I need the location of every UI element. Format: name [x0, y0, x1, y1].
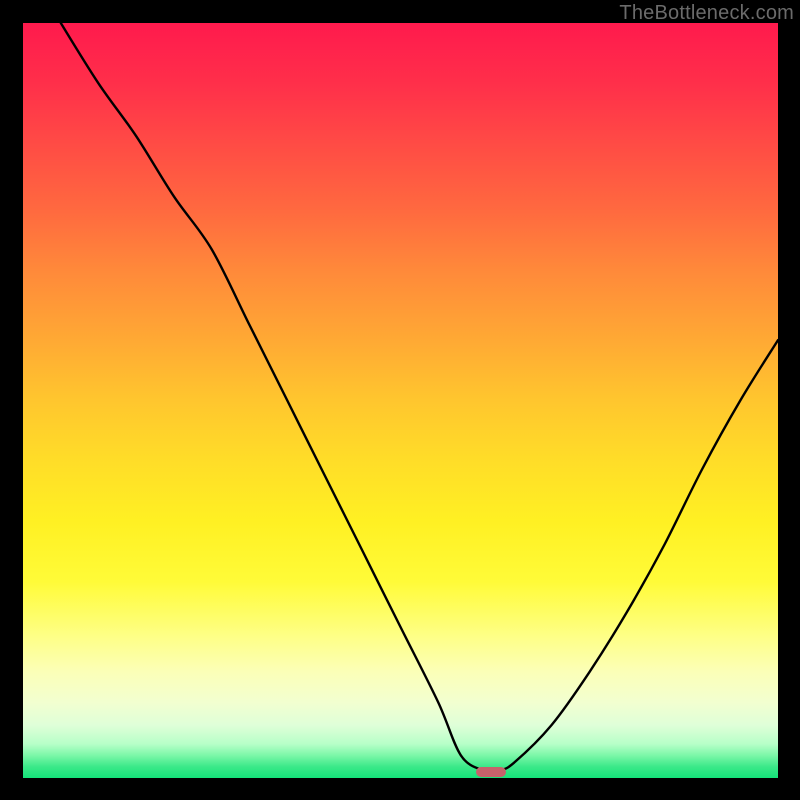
optimal-marker	[476, 767, 506, 777]
plot-area	[23, 23, 778, 778]
bottleneck-curve	[23, 23, 778, 778]
watermark-text: TheBottleneck.com	[619, 2, 794, 25]
chart-frame: TheBottleneck.com	[0, 0, 800, 800]
